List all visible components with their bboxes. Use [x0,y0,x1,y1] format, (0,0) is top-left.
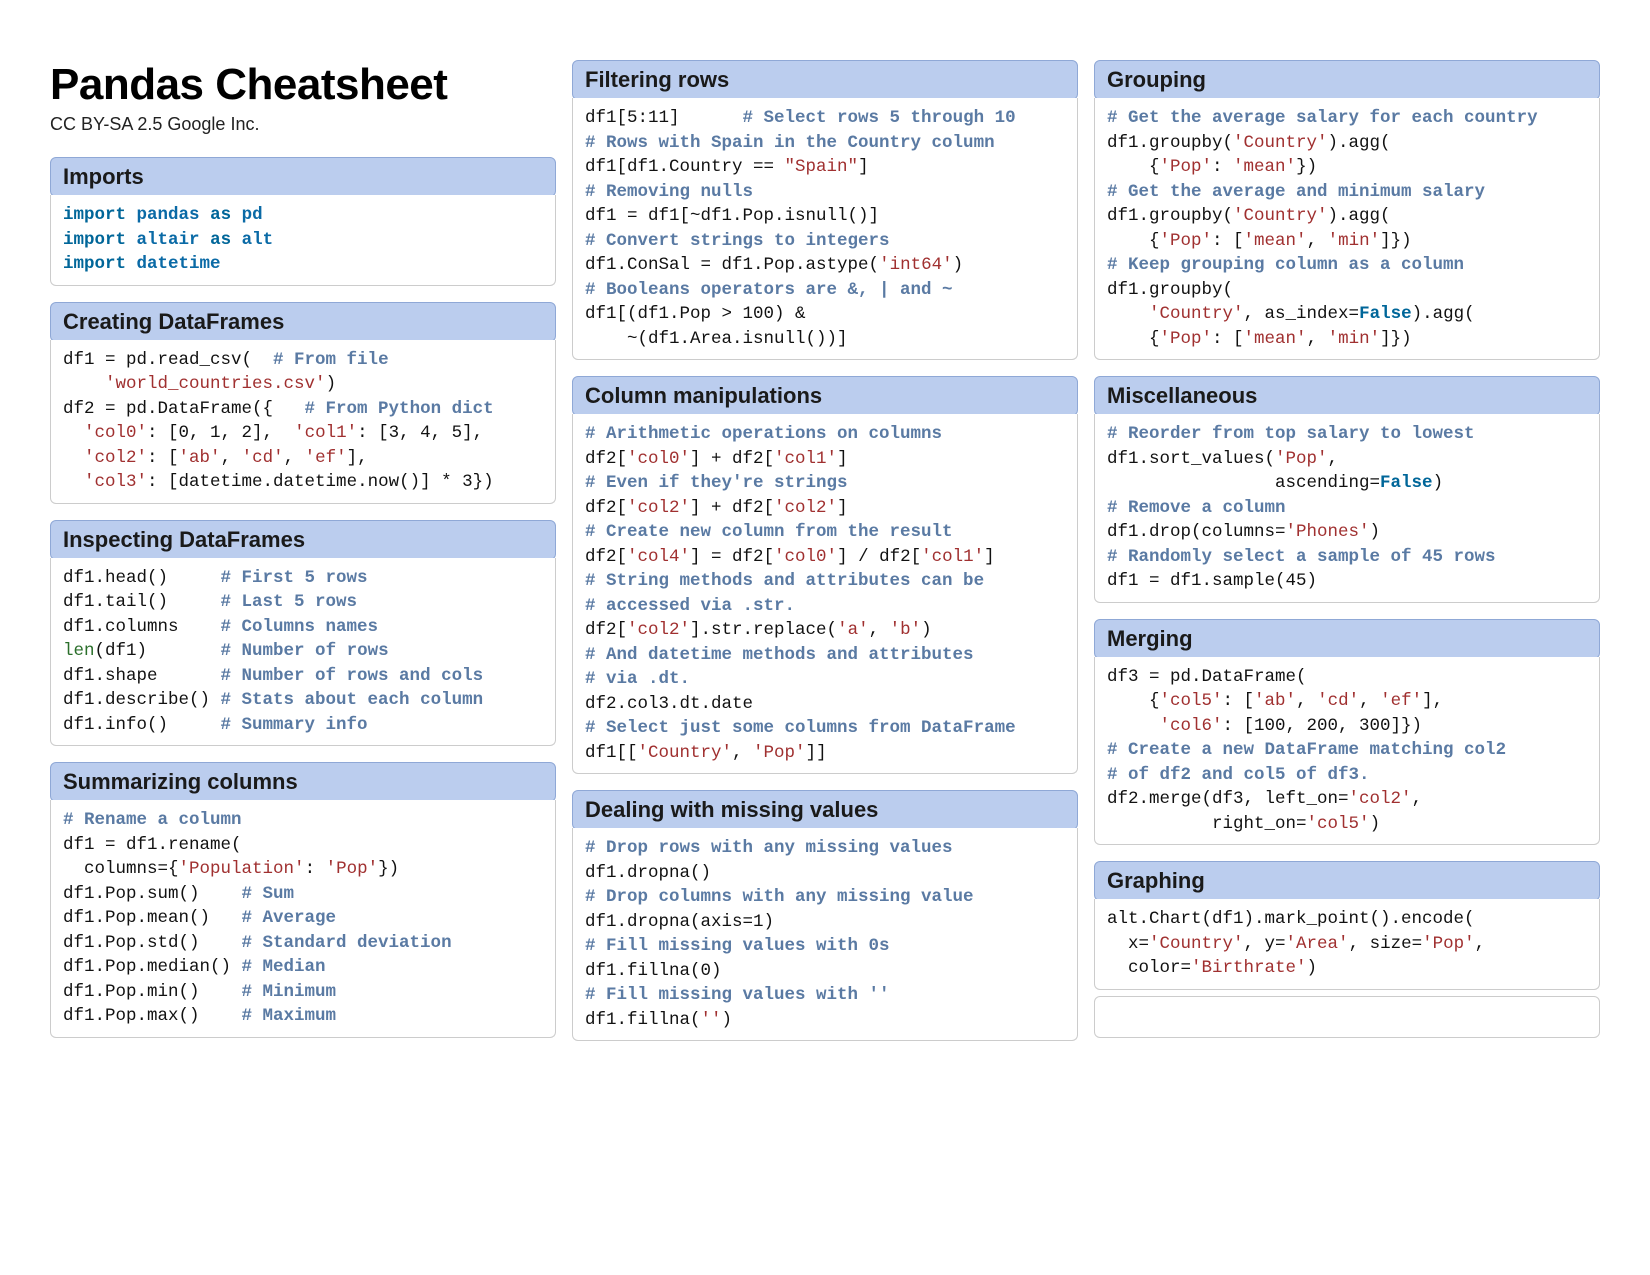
section-header-grouping: Grouping [1094,60,1600,100]
section-header-graphing: Graphing [1094,861,1600,901]
section-header-merging: Merging [1094,619,1600,659]
section-graphing: Graphing alt.Chart(df1).mark_point().enc… [1094,861,1600,1038]
section-misc: Miscellaneous # Reorder from top salary … [1094,376,1600,603]
section-imports: Imports import pandas as pd import altai… [50,157,556,286]
section-filtering: Filtering rows df1[5:11] # Select rows 5… [572,60,1078,360]
section-missing: Dealing with missing values # Drop rows … [572,790,1078,1041]
code-missing: # Drop rows with any missing values df1.… [572,828,1078,1041]
section-creating: Creating DataFrames df1 = pd.read_csv( #… [50,302,556,504]
section-header-creating: Creating DataFrames [50,302,556,342]
page-title: Pandas Cheatsheet [50,60,556,110]
code-filtering: df1[5:11] # Select rows 5 through 10 # R… [572,98,1078,360]
section-header-missing: Dealing with missing values [572,790,1078,830]
code-summarizing: # Rename a column df1 = df1.rename( colu… [50,800,556,1038]
section-header-imports: Imports [50,157,556,197]
section-summarizing: Summarizing columns # Rename a column df… [50,762,556,1038]
code-colmanip: # Arithmetic operations on columns df2['… [572,414,1078,774]
section-header-colmanip: Column manipulations [572,376,1078,416]
code-grouping: # Get the average salary for each countr… [1094,98,1600,360]
section-colmanip: Column manipulations # Arithmetic operat… [572,376,1078,774]
section-grouping: Grouping # Get the average salary for ea… [1094,60,1600,360]
section-header-misc: Miscellaneous [1094,376,1600,416]
section-header-summarizing: Summarizing columns [50,762,556,802]
code-empty [1094,996,1600,1039]
code-merging: df3 = pd.DataFrame( {'col5': ['ab', 'cd'… [1094,657,1600,846]
section-merging: Merging df3 = pd.DataFrame( {'col5': ['a… [1094,619,1600,846]
code-inspecting: df1.head() # First 5 rows df1.tail() # L… [50,558,556,747]
page-subtitle: CC BY-SA 2.5 Google Inc. [50,114,556,135]
column-2: Filtering rows df1[5:11] # Select rows 5… [572,60,1078,1225]
section-inspecting: Inspecting DataFrames df1.head() # First… [50,520,556,747]
code-graphing: alt.Chart(df1).mark_point().encode( x='C… [1094,899,1600,990]
code-creating: df1 = pd.read_csv( # From file 'world_co… [50,340,556,504]
column-1: Pandas Cheatsheet CC BY-SA 2.5 Google In… [50,60,556,1225]
code-misc: # Reorder from top salary to lowest df1.… [1094,414,1600,603]
section-header-filtering: Filtering rows [572,60,1078,100]
cheatsheet-page: Pandas Cheatsheet CC BY-SA 2.5 Google In… [0,0,1650,1275]
code-imports: import pandas as pd import altair as alt… [50,195,556,286]
section-header-inspecting: Inspecting DataFrames [50,520,556,560]
column-3: Grouping # Get the average salary for ea… [1094,60,1600,1225]
